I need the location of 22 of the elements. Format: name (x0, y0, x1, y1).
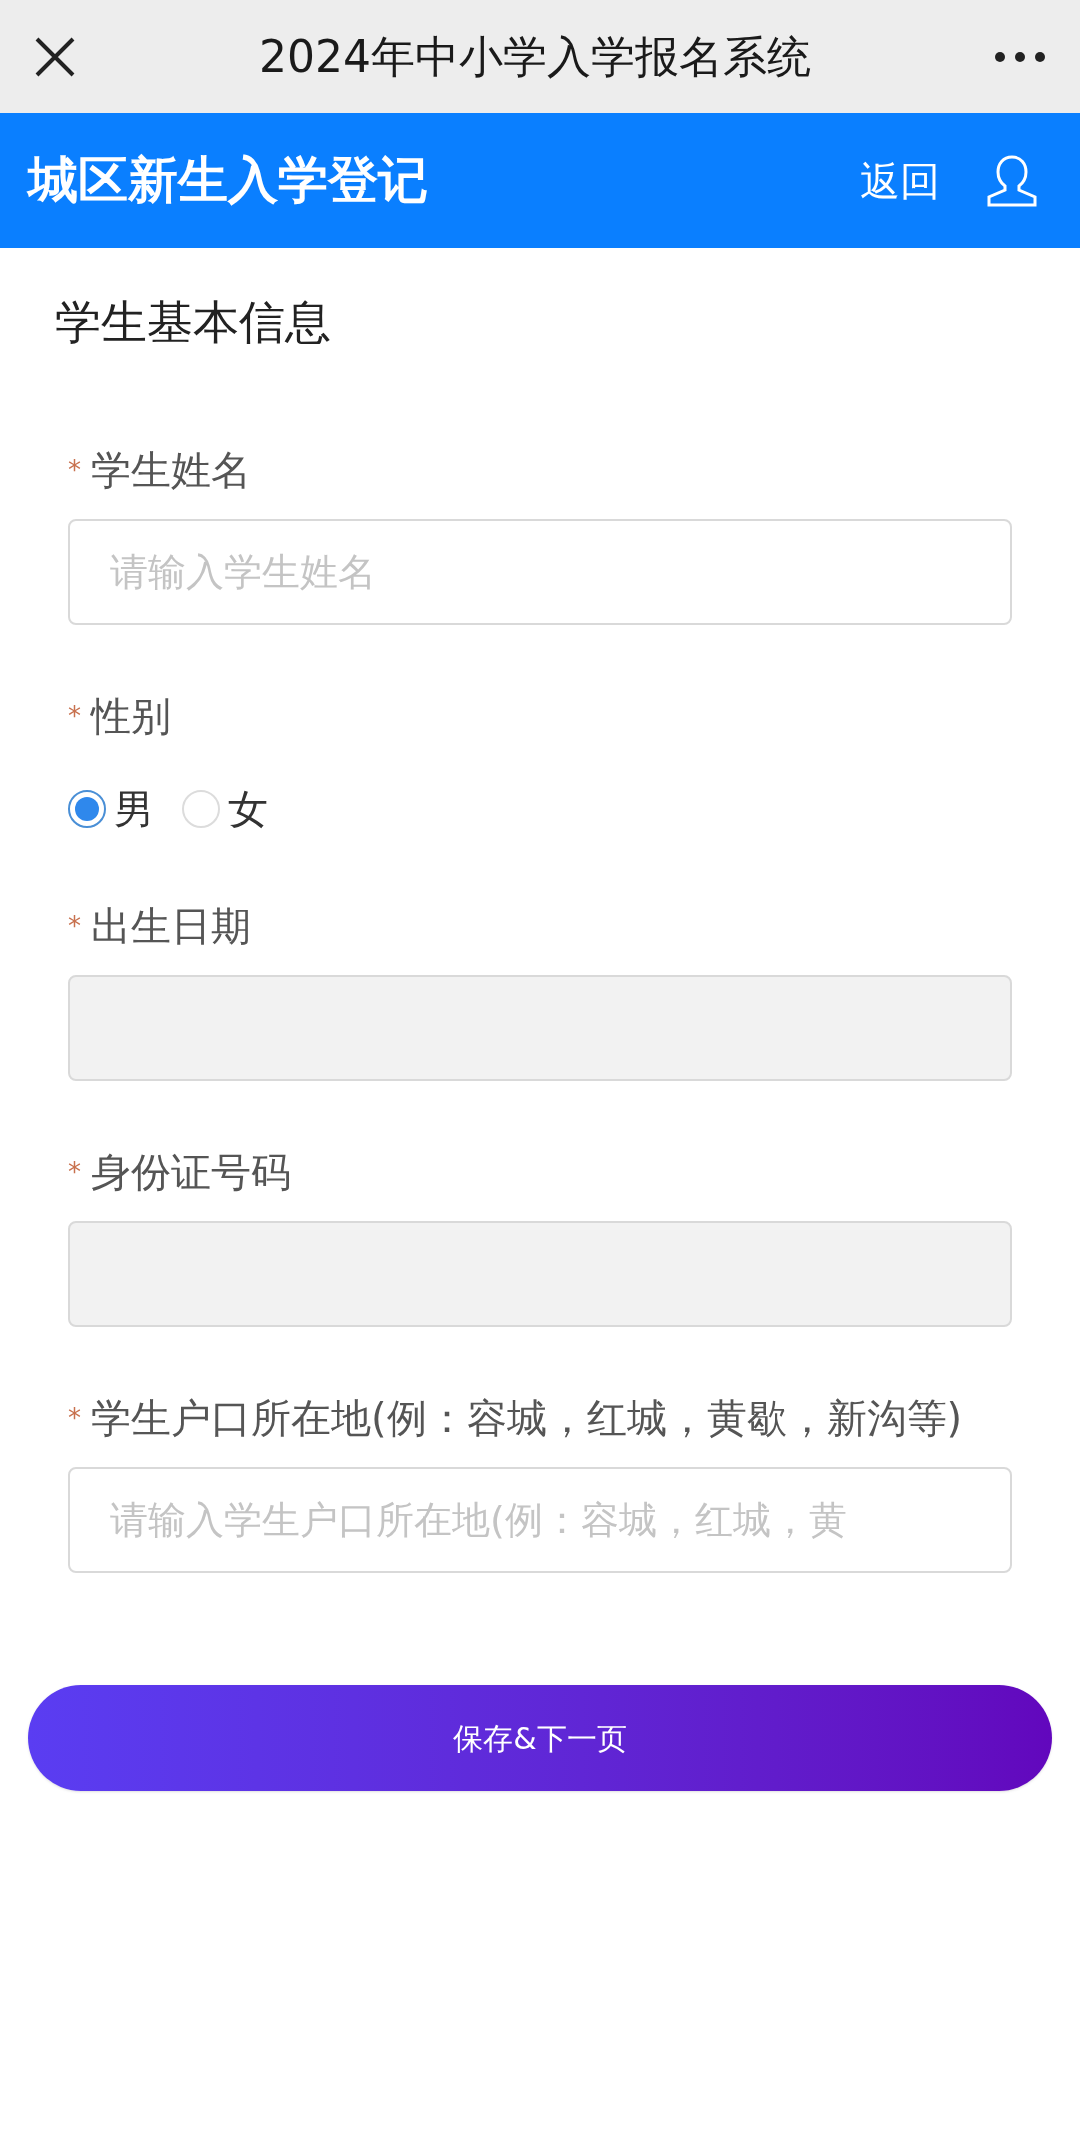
window-title: 2024年中小学入学报名系统 (259, 29, 811, 84)
more-icon[interactable] (994, 50, 1046, 63)
field-label: 学生户口所在地(例：容城，红城，黄歇，新沟等) (91, 1395, 963, 1441)
back-link[interactable]: 返回 (860, 150, 940, 211)
required-mark: * (68, 1157, 81, 1187)
input-field[interactable]: 请输入学生户口所在地(例：容城，红城，黄 (68, 1467, 1012, 1573)
radio-label[interactable]: 女 (228, 779, 268, 839)
required-mark: * (68, 701, 81, 731)
save-next-button[interactable]: 保存&下一页 (28, 1685, 1052, 1791)
radio-label[interactable]: 男 (114, 779, 154, 839)
radio-button[interactable] (68, 790, 106, 828)
field-label: 学生姓名 (91, 447, 251, 493)
page-title: 城区新生入学登记 (28, 150, 429, 211)
section-title: 学生基本信息 (55, 294, 332, 351)
field-label: 性别 (91, 693, 171, 739)
required-mark: * (68, 1403, 81, 1433)
field-label: 身份证号码 (91, 1149, 291, 1195)
input-field[interactable]: 请输入学生姓名 (68, 519, 1012, 625)
required-mark: * (68, 455, 81, 485)
required-mark: * (68, 911, 81, 941)
close-icon[interactable] (34, 35, 76, 78)
field-label: 出生日期 (91, 903, 251, 949)
